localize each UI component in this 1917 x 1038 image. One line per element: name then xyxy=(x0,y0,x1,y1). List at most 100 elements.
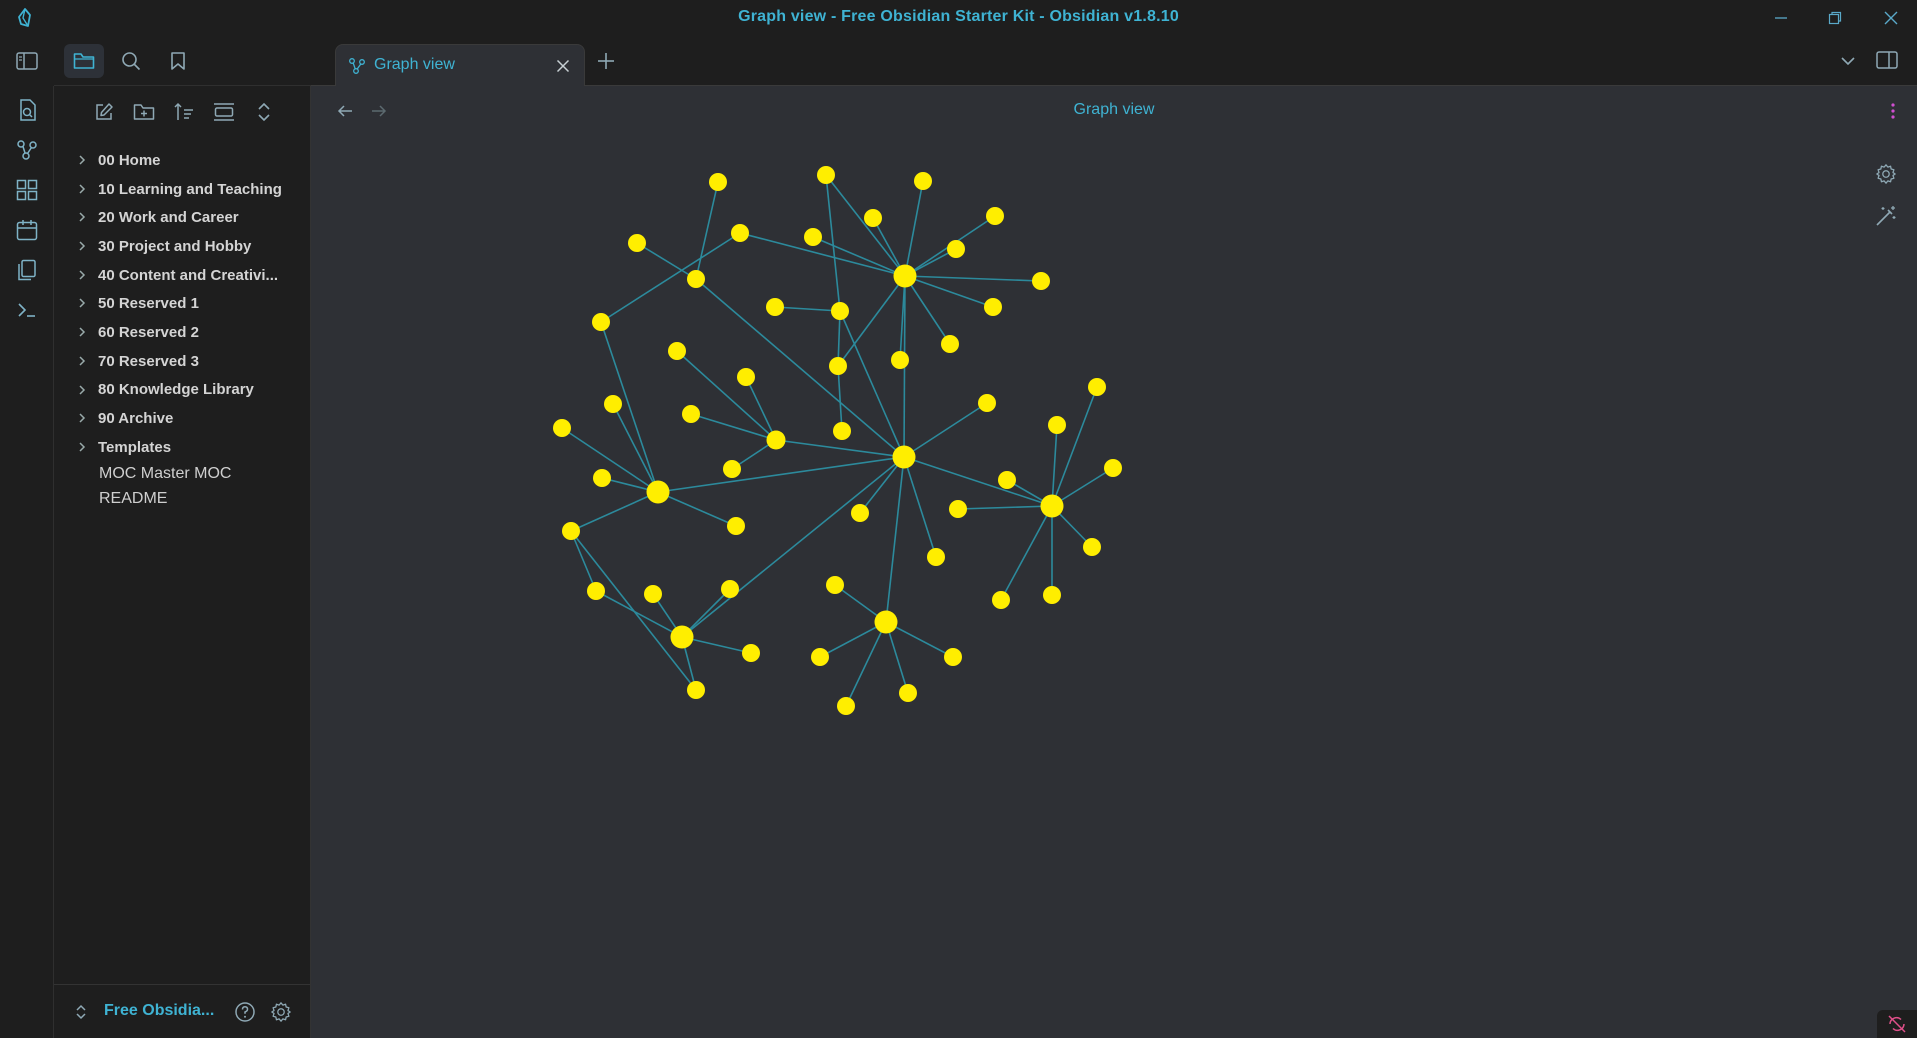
tab-graph-view[interactable]: Graph view xyxy=(335,44,585,87)
graph-node[interactable] xyxy=(914,172,932,190)
graph-node[interactable] xyxy=(731,224,749,242)
graph-node[interactable] xyxy=(646,480,670,504)
graph-node[interactable] xyxy=(1048,416,1066,434)
graph-node[interactable] xyxy=(949,500,967,518)
close-window-icon[interactable] xyxy=(1868,4,1914,32)
graph-canvas[interactable] xyxy=(311,86,1917,1038)
new-tab-plus-icon[interactable] xyxy=(596,51,616,71)
graph-node[interactable] xyxy=(1083,538,1101,556)
folder-30-project[interactable]: 30 Project and Hobby xyxy=(54,232,311,261)
restore-icon[interactable] xyxy=(1812,4,1858,32)
graph-node[interactable] xyxy=(737,368,755,386)
graph-node[interactable] xyxy=(947,240,965,258)
graph-node[interactable] xyxy=(899,684,917,702)
graph-settings-gear-icon[interactable] xyxy=(1871,159,1901,189)
graph-view-pane[interactable]: Graph view xyxy=(311,86,1917,1038)
graph-view-icon[interactable] xyxy=(13,136,41,164)
graph-node[interactable] xyxy=(687,270,705,288)
folder-60-reserved[interactable]: 60 Reserved 2 xyxy=(54,318,311,347)
graph-node[interactable] xyxy=(891,351,909,369)
graph-node[interactable] xyxy=(593,469,611,487)
folder-10-learning[interactable]: 10 Learning and Teaching xyxy=(54,175,311,204)
graph-node[interactable] xyxy=(851,504,869,522)
bookmarks-tab[interactable] xyxy=(158,44,198,78)
graph-node[interactable] xyxy=(1032,272,1050,290)
graph-node[interactable] xyxy=(833,422,851,440)
graph-node[interactable] xyxy=(998,471,1016,489)
graph-node[interactable] xyxy=(709,173,727,191)
close-icon[interactable] xyxy=(554,57,572,75)
graph-node[interactable] xyxy=(804,228,822,246)
quick-switcher-icon[interactable] xyxy=(13,96,41,124)
graph-node[interactable] xyxy=(727,517,745,535)
new-note-button[interactable] xyxy=(88,96,120,128)
folder-70-reserved[interactable]: 70 Reserved 3 xyxy=(54,347,311,376)
folder-90-archive[interactable]: 90 Archive xyxy=(54,404,311,433)
graph-node[interactable] xyxy=(562,522,580,540)
graph-node[interactable] xyxy=(644,585,662,603)
graph-node[interactable] xyxy=(766,298,784,316)
graph-node[interactable] xyxy=(826,576,844,594)
file-explorer-tab[interactable] xyxy=(64,44,104,78)
graph-node[interactable] xyxy=(893,264,917,288)
search-tab[interactable] xyxy=(111,44,151,78)
graph-node[interactable] xyxy=(587,582,605,600)
command-palette-icon[interactable] xyxy=(13,296,41,324)
graph-node[interactable] xyxy=(766,430,786,450)
more-options-icon[interactable] xyxy=(1881,99,1905,123)
graph-node[interactable] xyxy=(984,298,1002,316)
graph-node[interactable] xyxy=(1104,459,1122,477)
graph-node[interactable] xyxy=(837,697,855,715)
animate-wand-icon[interactable] xyxy=(1871,201,1901,231)
vault-switcher-icon[interactable] xyxy=(74,1003,88,1021)
folder-50-reserved[interactable]: 50 Reserved 1 xyxy=(54,289,311,318)
file-readme[interactable]: README xyxy=(54,487,311,512)
graph-node[interactable] xyxy=(831,302,849,320)
vault-name[interactable]: Free Obsidia... xyxy=(104,1002,214,1020)
graph-node[interactable] xyxy=(553,419,571,437)
graph-node[interactable] xyxy=(992,591,1010,609)
graph-node[interactable] xyxy=(604,395,622,413)
graph-node[interactable] xyxy=(682,405,700,423)
templates-icon[interactable] xyxy=(13,256,41,284)
graph-node[interactable] xyxy=(811,648,829,666)
graph-node[interactable] xyxy=(721,580,739,598)
graph-node[interactable] xyxy=(941,335,959,353)
tab-list-chevron-down-icon[interactable] xyxy=(1839,52,1857,70)
auto-reveal-button[interactable] xyxy=(208,96,240,128)
graph-node[interactable] xyxy=(944,648,962,666)
graph-node[interactable] xyxy=(1088,378,1106,396)
folder-20-work[interactable]: 20 Work and Career xyxy=(54,203,311,232)
graph-node[interactable] xyxy=(742,644,760,662)
graph-node[interactable] xyxy=(1040,494,1064,518)
graph-node[interactable] xyxy=(668,342,686,360)
graph-node[interactable] xyxy=(592,313,610,331)
graph-node[interactable] xyxy=(986,207,1004,225)
graph-node[interactable] xyxy=(628,234,646,252)
collapse-all-button[interactable] xyxy=(248,96,280,128)
no-sync-icon[interactable] xyxy=(1877,1010,1917,1038)
folder-templates[interactable]: Templates xyxy=(54,433,311,462)
graph-node[interactable] xyxy=(892,445,916,469)
graph-node[interactable] xyxy=(817,166,835,184)
canvas-icon[interactable] xyxy=(13,176,41,204)
minimize-icon[interactable] xyxy=(1758,4,1804,32)
graph-node[interactable] xyxy=(874,610,898,634)
folder-00-home[interactable]: 00 Home xyxy=(54,146,311,175)
graph-node[interactable] xyxy=(687,681,705,699)
folder-80-knowledge[interactable]: 80 Knowledge Library xyxy=(54,376,311,405)
graph-node[interactable] xyxy=(723,460,741,478)
help-icon[interactable] xyxy=(234,1001,256,1023)
graph-node[interactable] xyxy=(829,357,847,375)
graph-node[interactable] xyxy=(927,548,945,566)
right-sidebar-toggle-icon[interactable] xyxy=(1876,50,1898,70)
graph-node[interactable] xyxy=(670,625,694,649)
graph-node[interactable] xyxy=(864,209,882,227)
graph-node[interactable] xyxy=(978,394,996,412)
graph-node[interactable] xyxy=(1043,586,1061,604)
calendar-icon[interactable] xyxy=(13,216,41,244)
new-folder-button[interactable] xyxy=(128,96,160,128)
sidebar-toggle-icon[interactable] xyxy=(13,47,41,75)
sort-button[interactable] xyxy=(168,96,200,128)
folder-40-content[interactable]: 40 Content and Creativi... xyxy=(54,261,311,290)
